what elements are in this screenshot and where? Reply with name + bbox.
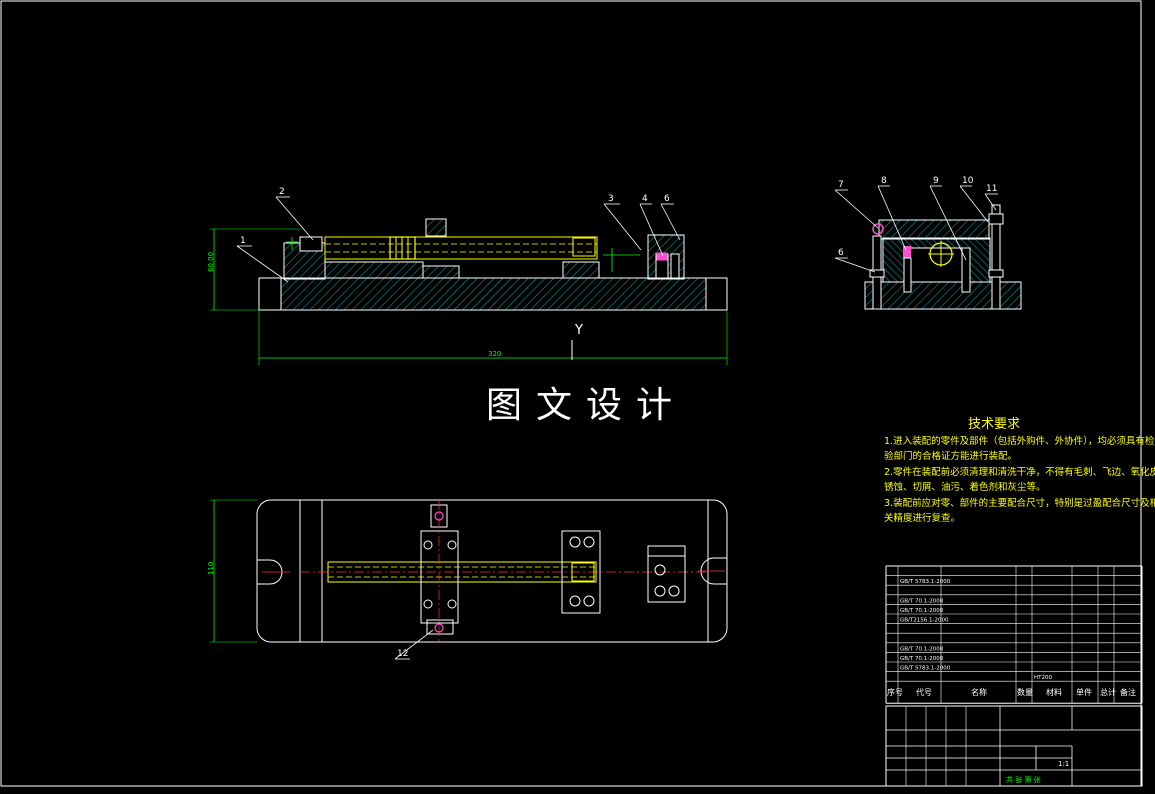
balloon-label: 12 <box>397 649 408 659</box>
bom-cell-code: GB/T 5783.1-2000 <box>900 579 951 585</box>
base-plate-section <box>258 277 728 311</box>
base-left-end <box>258 277 282 311</box>
rail-right <box>562 261 600 279</box>
bom-cell-code: GB/T 5783.1-2000 <box>900 666 951 672</box>
balloon-label: 4 <box>642 194 648 204</box>
side-v-groove <box>905 247 965 283</box>
title-block <box>885 705 1143 787</box>
title-sheet: 共 张 第 张 <box>1006 775 1041 784</box>
balloon-label: 11 <box>986 184 997 194</box>
right-clamp-pin <box>670 253 680 279</box>
title-scale: 1:1 <box>1058 760 1069 768</box>
rail-left <box>324 261 424 279</box>
bom-cell-code: GB/T 70.1-2008 <box>900 646 944 652</box>
balloon-label: 3 <box>608 194 614 204</box>
bom-header-cell: 代号 <box>916 687 932 697</box>
side-view <box>864 204 1022 310</box>
balloon-label: 6 <box>838 248 844 258</box>
base-right-end <box>705 277 728 311</box>
bom-header-cell: 材料 <box>1046 687 1062 697</box>
bom-header-cell: 数量 <box>1017 687 1033 697</box>
fastener-highlight <box>903 246 911 258</box>
tech-requirement-line: 1.进入装配的零件及部件（包括外购件、外协件），均必须具有检 <box>884 436 1155 447</box>
balloon-label: 9 <box>933 176 939 186</box>
bom-cell-code: GB/T 70.1-2008 <box>900 656 944 662</box>
balloon-label: 8 <box>881 176 887 186</box>
bom-header-cell: 备注 <box>1120 687 1136 697</box>
balloon-label: 10 <box>962 176 974 186</box>
bom-header-cell: 序号 <box>887 687 903 697</box>
side-top-clamp <box>878 219 990 240</box>
v-block-base <box>422 265 460 279</box>
tech-requirements-title: 技术要求 <box>968 417 1021 432</box>
clamp-top-block <box>425 218 447 237</box>
dim-front-width: 320 <box>488 350 501 358</box>
bom-cell-code: GB/T 70.1-2008 <box>900 598 944 604</box>
watermark-text: 图文设计 <box>486 385 687 426</box>
bom-header-cell: 名称 <box>971 687 987 697</box>
balloon-label: 7 <box>838 180 844 190</box>
left-screw-head <box>299 236 323 252</box>
front-view <box>210 218 728 365</box>
tech-requirement-line: 验部门的合格证方能进行装配。 <box>884 451 1018 462</box>
dim-plan-height: 110 <box>207 562 215 575</box>
bom-header-cell: 总计 <box>1100 687 1116 697</box>
plan-right-clamp <box>647 545 686 603</box>
balloon-label: 2 <box>279 187 285 197</box>
balloon-label: 1 <box>240 236 246 246</box>
bom-cell-code: GB/T 70.1-2008 <box>900 608 944 614</box>
bom-cell-material: HT200 <box>1034 675 1052 681</box>
tech-requirement-line: 2.零件在装配前必须清理和清洗干净，不得有毛刺、飞边、氧化皮、 <box>884 467 1155 478</box>
bom-table: GB/T 5783.1-2000 GB/T 70.1-2008 GB/T 70.1-… <box>885 565 1143 704</box>
tech-requirement-line: 关精度进行复查。 <box>884 513 961 524</box>
bom-header-cell: 单件 <box>1076 687 1092 697</box>
balloon-label: 6 <box>664 194 670 204</box>
shaft-end-collar <box>572 237 596 257</box>
plan-view <box>210 499 728 644</box>
bom-cell-code: GB/T2156.1-2000 <box>900 618 949 624</box>
dim-front-height: 60.00 <box>207 252 215 272</box>
view-label: Y <box>574 323 583 338</box>
tech-requirement-line: 3.装配前应对零、部件的主要配合尺寸，特别是过盈配合尺寸及相 <box>884 498 1155 509</box>
workpiece-shaft <box>324 236 598 260</box>
tech-requirement-line: 锈蚀、切屑、油污、着色剂和灰尘等。 <box>884 482 1046 493</box>
